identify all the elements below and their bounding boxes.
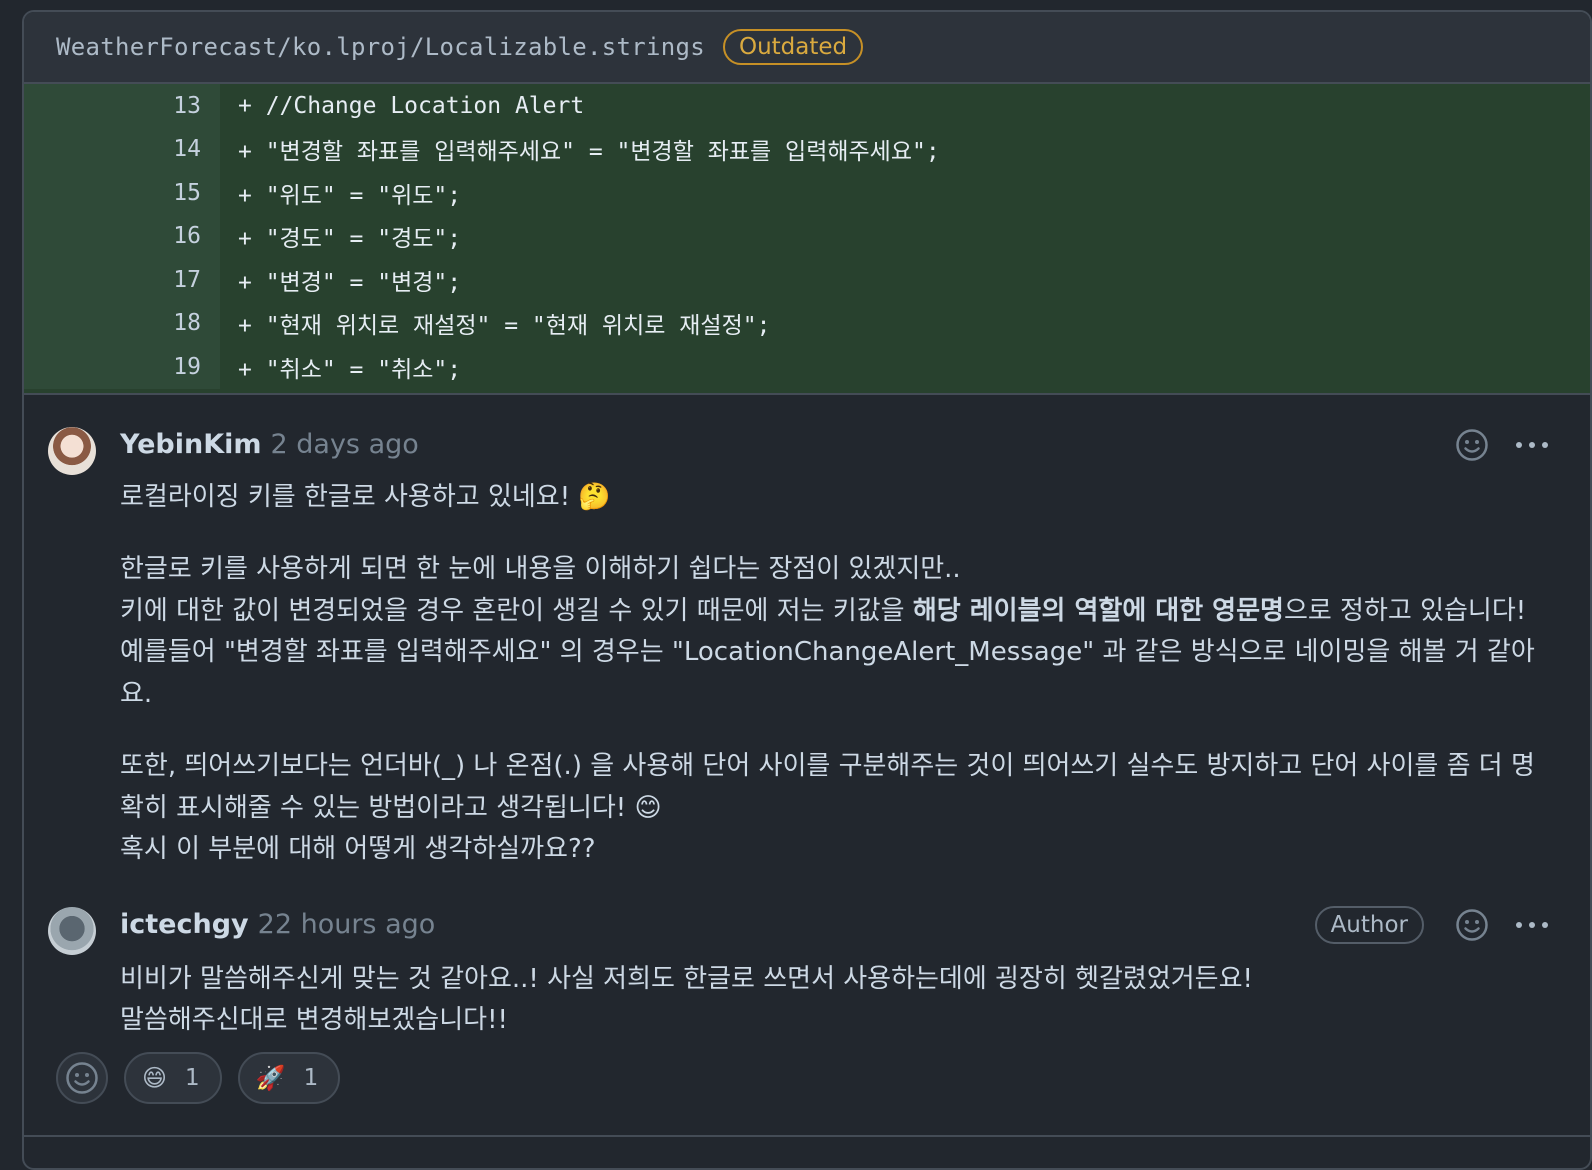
smiley-icon	[66, 1062, 98, 1094]
avatar[interactable]	[48, 426, 96, 475]
more-options-icon[interactable]	[1514, 427, 1550, 463]
comment-paragraph: 예를들어 "변경할 좌표를 입력해주세요" 의 경우는 "LocationCha…	[120, 637, 1535, 709]
line-code: + "위도" = "위도";	[220, 171, 1590, 215]
comment-author-link[interactable]: YebinKim	[120, 429, 262, 460]
reaction-laugh-button[interactable]: 😄 1	[124, 1052, 222, 1104]
comment-paragraph: 키에 대한 값이 변경되었을 경우 혼란이 생길 수 있기 때문에 저는 키값을…	[120, 591, 1550, 633]
line-code: + "변경할 좌표를 입력해주세요" = "변경할 좌표를 입력해주세요";	[220, 127, 1590, 171]
line-number[interactable]: 16	[24, 214, 220, 258]
review-comment: ictechgy 22 hours ago Author 비비가 말씀해주신게 …	[24, 905, 1590, 1042]
comment-paragraph: 말씀해주신대로 변경해보겠습니다!!	[120, 1005, 508, 1035]
line-number[interactable]: 15	[24, 171, 220, 215]
file-path-link[interactable]: WeatherForecast/ko.lproj/Localizable.str…	[56, 33, 705, 61]
reactions-bar: 😄 1 🚀 1	[56, 1052, 341, 1104]
reaction-count: 1	[303, 1065, 319, 1091]
line-number[interactable]: 18	[24, 301, 220, 345]
author-badge: Author	[1314, 905, 1424, 944]
line-number[interactable]: 14	[24, 127, 220, 171]
comment-paragraph: 비비가 말씀해주신게 맞는 것 같아요..! 사실 저희도 한글로 쓰면서 사용…	[120, 963, 1253, 994]
line-number[interactable]: 17	[24, 258, 220, 302]
comment-text: 키에 대한 값이 변경되었을 경우 혼란이 생길 수 있기 때문에 저는 키값을	[120, 595, 913, 626]
comment-body: 로컬라이징 키를 한글로 사용하고 있네요! 🤔 한글로 키를 사용하게 되면 …	[120, 477, 1550, 871]
diff-line: 16 + "경도" = "경도";	[24, 214, 1590, 258]
comment-timestamp[interactable]: 22 hours ago	[258, 909, 436, 940]
more-options-icon[interactable]	[1514, 907, 1550, 943]
divider	[24, 1135, 1590, 1137]
comment-paragraph: 로컬라이징 키를 한글로 사용하고 있네요! 🤔	[120, 481, 611, 512]
comment-author-link[interactable]: ictechgy	[120, 909, 249, 940]
comment-header: YebinKim 2 days ago	[120, 425, 1550, 465]
comment-header: ictechgy 22 hours ago Author	[120, 905, 1550, 945]
line-number[interactable]: 19	[24, 345, 220, 389]
line-code: + "경도" = "경도";	[220, 214, 1590, 258]
diff-hunk: 13 + //Change Location Alert 14 + "변경할 좌…	[24, 84, 1590, 395]
laugh-emoji-icon: 😄	[142, 1064, 168, 1092]
line-number[interactable]: 13	[24, 84, 220, 128]
comment-text: 으로 정하고 있습니다!	[1283, 595, 1527, 626]
diff-line: 13 + //Change Location Alert	[24, 84, 1590, 128]
line-code: + "현재 위치로 재설정" = "현재 위치로 재설정";	[220, 301, 1590, 345]
file-header: WeatherForecast/ko.lproj/Localizable.str…	[24, 12, 1590, 84]
diff-line: 14 + "변경할 좌표를 입력해주세요" = "변경할 좌표를 입력해주세요"…	[24, 127, 1590, 171]
review-comment: YebinKim 2 days ago 로컬라이징 키를 한글로 사용하고 있네…	[24, 425, 1590, 871]
line-code: + "취소" = "취소";	[220, 345, 1590, 389]
diff-line: 15 + "위도" = "위도";	[24, 171, 1590, 215]
reaction-rocket-button[interactable]: 🚀 1	[237, 1052, 341, 1104]
outdated-badge: Outdated	[722, 29, 864, 65]
comment-paragraph: 혹시 이 부분에 대해 어떻게 생각하실까요??	[120, 834, 596, 864]
add-reaction-smiley-icon[interactable]	[1454, 907, 1490, 943]
review-thread: WeatherForecast/ko.lproj/Localizable.str…	[22, 10, 1592, 1170]
comment-actions	[1454, 427, 1550, 463]
diff-table: 13 + //Change Location Alert 14 + "변경할 좌…	[24, 84, 1590, 389]
comment-actions: Author	[1314, 905, 1550, 944]
line-code: + //Change Location Alert	[220, 84, 1590, 128]
comment-paragraph: 또한, 띄어쓰기보다는 언더바(_) 나 온점(.) 을 사용해 단어 사이를 …	[120, 751, 1535, 823]
line-code: + "변경" = "변경";	[220, 258, 1590, 302]
rocket-emoji-icon: 🚀	[255, 1064, 286, 1092]
add-reaction-smiley-icon[interactable]	[1454, 427, 1490, 463]
diff-line: 19 + "취소" = "취소";	[24, 345, 1590, 389]
comment-timestamp[interactable]: 2 days ago	[271, 429, 419, 460]
avatar[interactable]	[48, 906, 96, 955]
comment-bold-text: 해당 레이블의 역할에 대한 영문명	[912, 595, 1284, 626]
reaction-count: 1	[185, 1065, 200, 1091]
comment-body: 비비가 말씀해주신게 맞는 것 같아요..! 사실 저희도 한글로 쓰면서 사용…	[120, 959, 1550, 1042]
diff-line: 17 + "변경" = "변경";	[24, 258, 1590, 302]
add-reaction-button[interactable]	[56, 1052, 108, 1104]
diff-line: 18 + "현재 위치로 재설정" = "현재 위치로 재설정";	[24, 301, 1590, 345]
comment-paragraph: 한글로 키를 사용하게 되면 한 눈에 내용을 이해하기 쉽다는 장점이 있겠지…	[120, 554, 961, 584]
